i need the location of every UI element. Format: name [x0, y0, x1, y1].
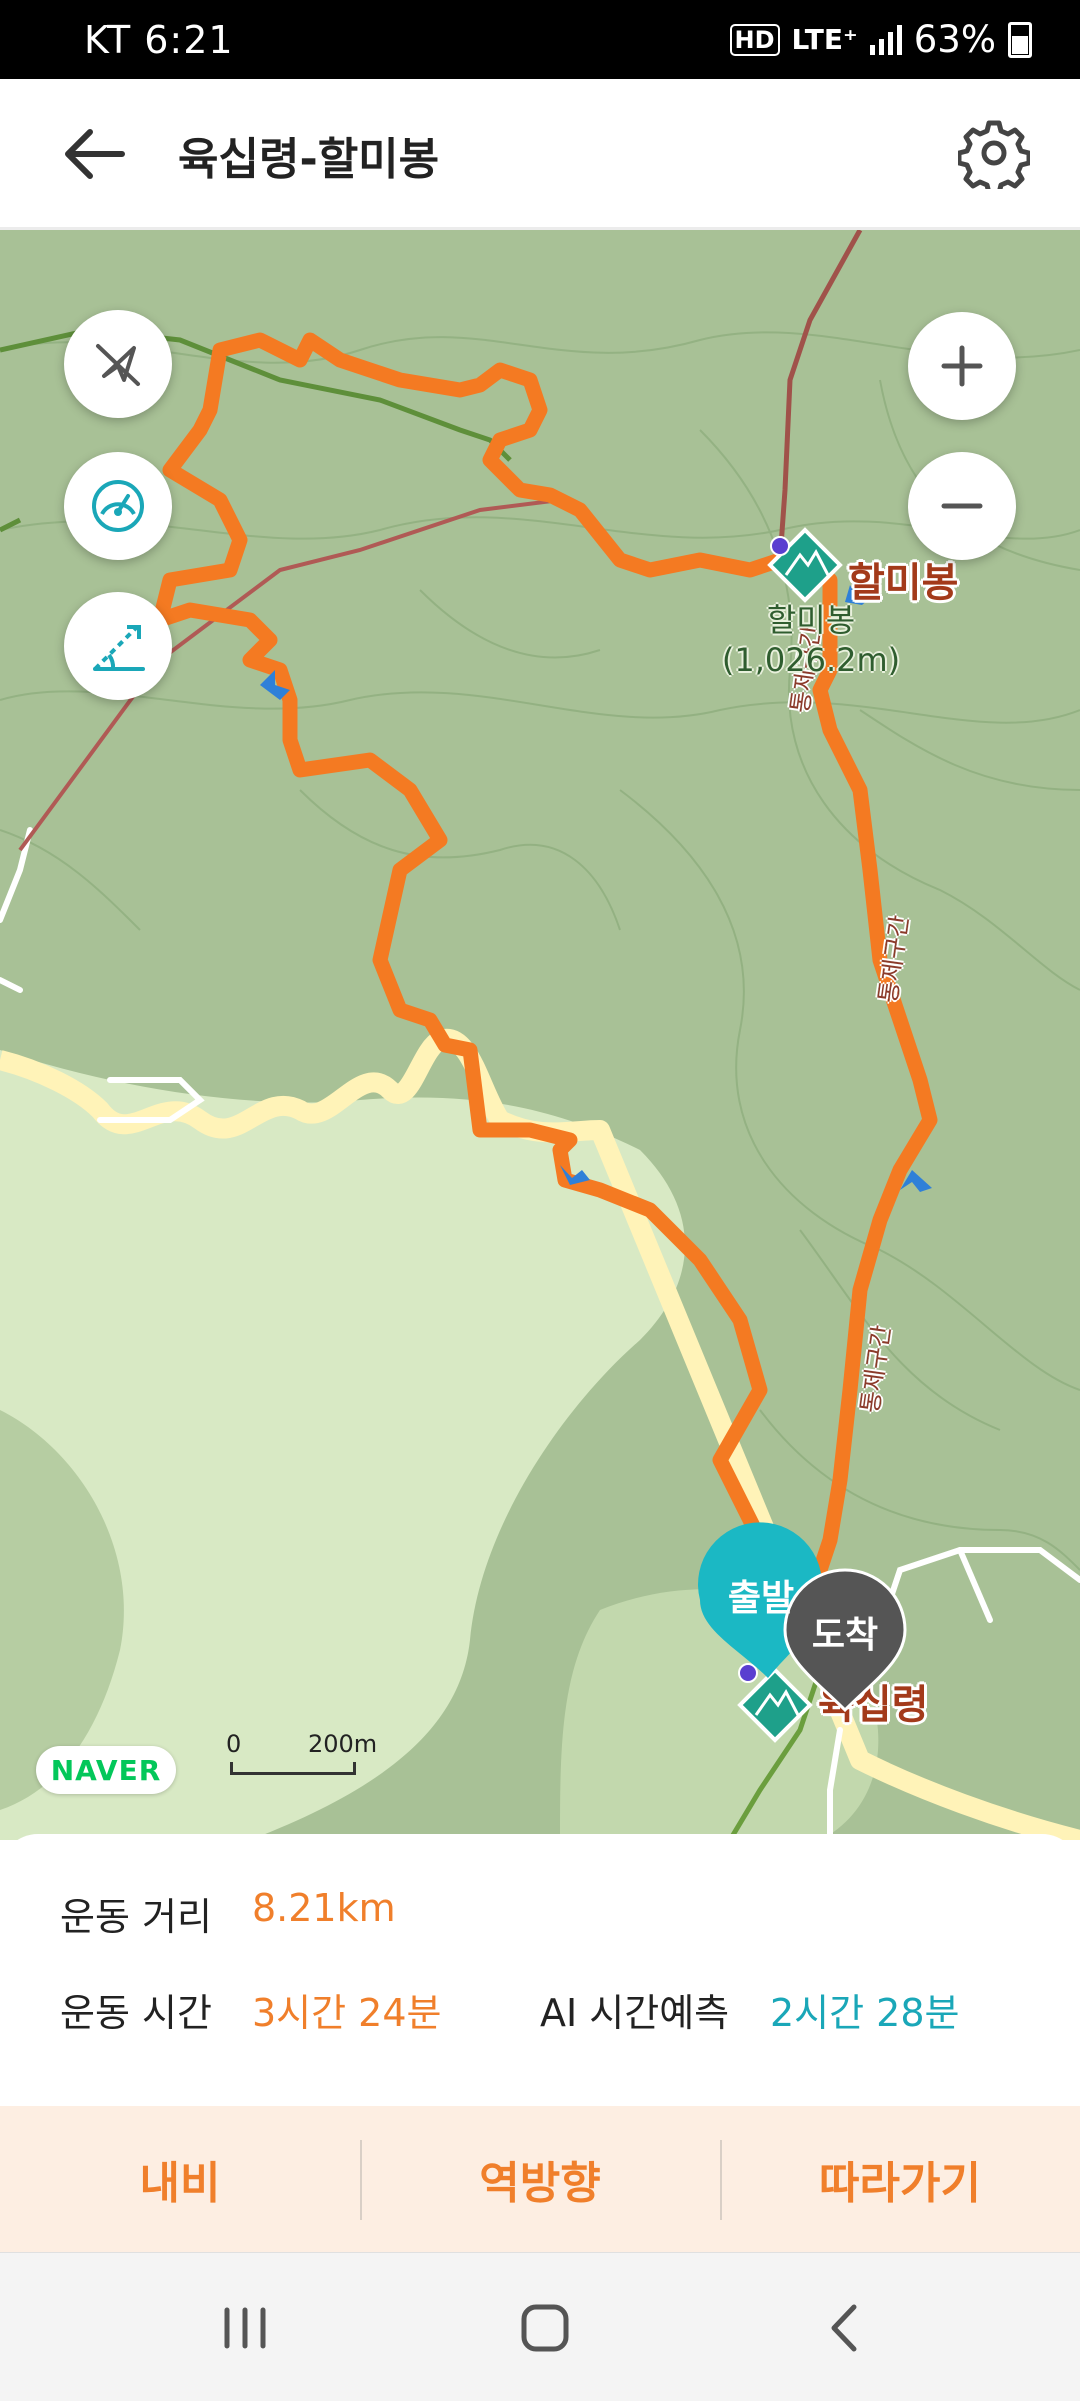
gear-icon [956, 120, 1032, 196]
plus-icon [941, 345, 983, 387]
speedometer-button[interactable] [64, 452, 172, 560]
naver-logo: NAVER [36, 1746, 176, 1794]
action-bar: 내비 역방향 따라가기 [0, 2106, 1080, 2252]
elevation-button[interactable] [64, 592, 172, 700]
home-button[interactable] [500, 2283, 590, 2373]
battery-percent: 63% [913, 18, 996, 61]
peak-elevation-label: 할미봉 (1,026.2m) [716, 600, 906, 680]
distance-label: 운동 거리 [60, 1895, 212, 1939]
speedometer-icon [92, 480, 144, 532]
home-icon [521, 2304, 569, 2352]
status-bar: KT 6:21 HD LTE⁺ 63% [0, 0, 1080, 79]
zoom-in-button[interactable] [908, 312, 1016, 420]
follow-route-button[interactable]: 따라가기 [720, 2106, 1080, 2252]
back-button[interactable] [60, 119, 140, 189]
chevron-left-icon [831, 2304, 857, 2352]
compass-off-button[interactable] [64, 310, 172, 418]
status-icons: HD LTE⁺ 63% [729, 18, 1032, 61]
peak-elevation-name: 할미봉 [766, 601, 856, 639]
recent-apps-button[interactable] [200, 2283, 290, 2373]
reverse-direction-button[interactable]: 역방향 [360, 2106, 720, 2252]
carrier-time: KT 6:21 [84, 18, 234, 62]
scale-distance: 200m [308, 1730, 378, 1758]
system-nav-bar [0, 2252, 1080, 2401]
app-header: 육십령-할미봉 [0, 79, 1080, 230]
hd-voice-icon: HD [729, 23, 780, 56]
arrow-left-icon [65, 129, 125, 179]
scale-bar [230, 1762, 356, 1775]
signal-icon [869, 24, 902, 55]
recent-apps-icon [224, 2307, 266, 2349]
map-canvas [0, 230, 1080, 1840]
map-scale: 0 200m [226, 1730, 386, 1780]
map-view[interactable]: 통제구간 통제구간 통제구간 할미봉 할미봉 (1,026.2m) 육십령 출발… [0, 230, 1080, 1840]
minus-icon [941, 503, 983, 509]
back-nav-button[interactable] [800, 2283, 890, 2373]
slope-icon [93, 625, 145, 671]
end-pin[interactable]: 도착 [790, 1602, 900, 1662]
time-label: 운동 시간 [60, 1991, 212, 2035]
lte-icon: LTE⁺ [791, 23, 858, 56]
end-place-label: 육십령 [818, 1682, 929, 1728]
distance-value: 8.21km [252, 1886, 396, 1930]
scale-zero: 0 [226, 1730, 242, 1758]
settings-button[interactable] [956, 117, 1032, 196]
zoom-out-button[interactable] [908, 452, 1016, 560]
page-title: 육십령-할미봉 [178, 134, 440, 185]
compass-off-icon [96, 344, 140, 386]
ai-estimate-label: AI 시간예측 [540, 1991, 730, 2035]
peak-elevation-value: (1,026.2m) [721, 641, 901, 679]
navigation-button[interactable]: 내비 [0, 2106, 360, 2252]
ai-estimate-value: 2시간 28분 [770, 1991, 960, 2035]
route-info-panel: 운동 거리 8.21km 운동 시간 3시간 24분 AI 시간예측 2시간 2… [0, 1834, 1080, 2106]
battery-icon [1008, 21, 1032, 58]
time-value: 3시간 24분 [252, 1991, 442, 2035]
